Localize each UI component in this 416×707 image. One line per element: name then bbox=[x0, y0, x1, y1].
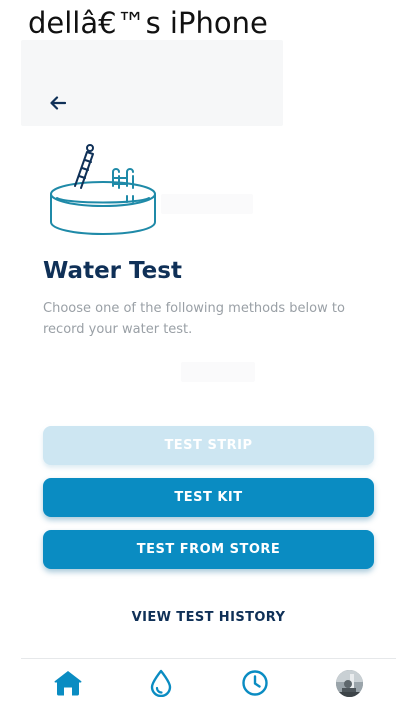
tab-history[interactable] bbox=[231, 659, 279, 707]
avatar bbox=[335, 669, 363, 697]
home-icon bbox=[54, 671, 82, 696]
background-ghost bbox=[181, 362, 255, 382]
tab-profile[interactable] bbox=[325, 659, 373, 707]
window-title: dellâ€™s iPhone bbox=[28, 6, 268, 40]
test-kit-button[interactable]: TEST KIT bbox=[43, 478, 374, 517]
tab-home[interactable] bbox=[44, 659, 92, 707]
test-strip-button[interactable]: TEST STRIP bbox=[43, 426, 374, 465]
tab-water[interactable] bbox=[137, 659, 185, 707]
pool-icon bbox=[50, 144, 156, 235]
back-button[interactable] bbox=[45, 92, 71, 114]
clock-icon bbox=[242, 670, 268, 696]
arrow-left-icon bbox=[50, 96, 66, 110]
background-ghost bbox=[161, 194, 253, 214]
test-from-store-button[interactable]: TEST FROM STORE bbox=[43, 530, 374, 569]
app-screen: Water Test Choose one of the following m… bbox=[21, 40, 396, 707]
water-drop-icon bbox=[150, 669, 172, 697]
view-test-history-link[interactable]: VIEW TEST HISTORY bbox=[21, 610, 396, 625]
bottom-tab-bar bbox=[21, 658, 396, 707]
page-description: Choose one of the following methods belo… bbox=[43, 301, 345, 337]
page-title: Water Test bbox=[43, 258, 182, 284]
